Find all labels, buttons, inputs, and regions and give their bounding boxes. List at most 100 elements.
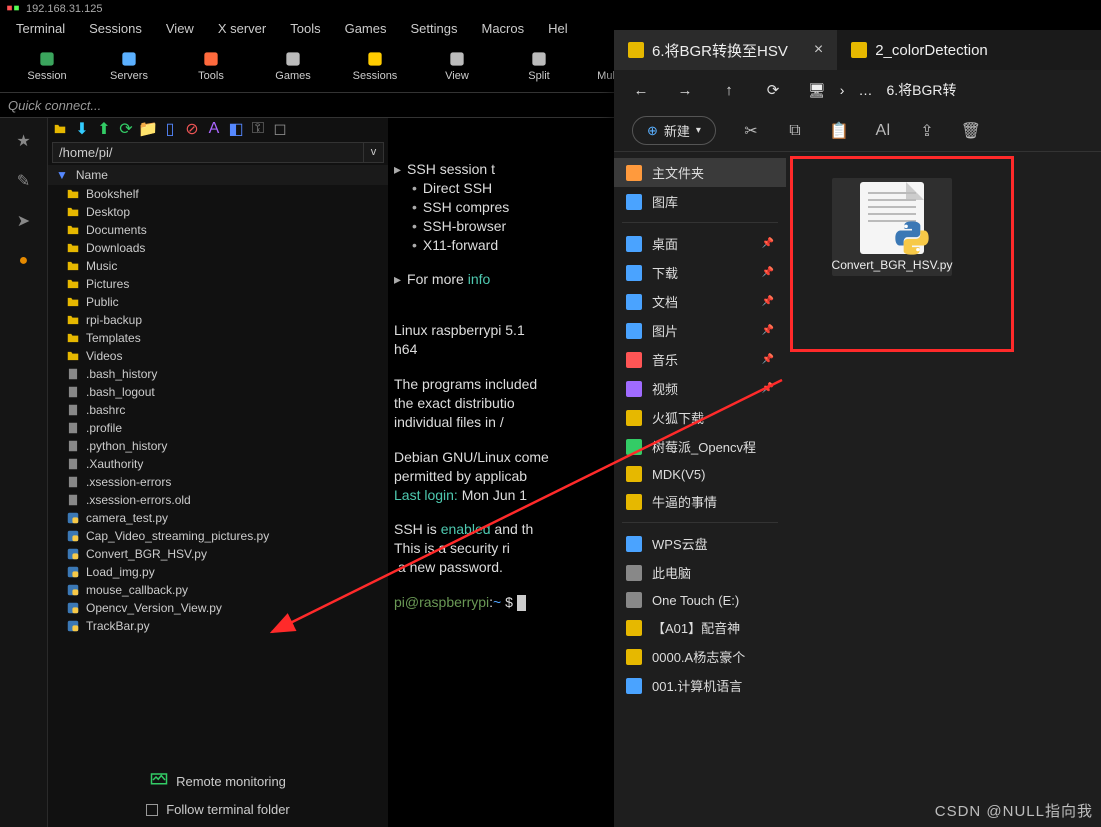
session-icon[interactable]: Session [22, 42, 72, 88]
refresh-icon[interactable]: ⟳ [118, 121, 134, 137]
file-row[interactable]: Videos [48, 347, 388, 365]
explorer-tab[interactable]: 6.将BGR转换至HSV× [614, 30, 837, 70]
file-row[interactable]: Load_img.py [48, 563, 388, 581]
new-folder-icon[interactable]: 📁 [140, 121, 156, 137]
file-row[interactable]: rpi-backup [48, 311, 388, 329]
file-row[interactable]: .bash_history [48, 365, 388, 383]
sidebar-item[interactable]: 【A01】配音神 [614, 613, 786, 642]
up-button[interactable]: ↑ [720, 82, 738, 99]
pick-icon[interactable]: ✎ [13, 170, 35, 192]
split-icon[interactable]: Split [514, 42, 564, 88]
share-icon[interactable]: ⇪ [918, 122, 936, 140]
folder-icon[interactable] [52, 121, 68, 137]
path-input[interactable] [52, 142, 364, 163]
file-row[interactable]: .xsession-errors [48, 473, 388, 491]
rename-icon[interactable]: Aǀ [874, 122, 892, 140]
menu-hel[interactable]: Hel [548, 21, 568, 35]
games-icon[interactable]: Games [268, 42, 318, 88]
tools-icon[interactable]: Tools [186, 42, 236, 88]
file-row[interactable]: camera_test.py [48, 509, 388, 527]
menu-terminal[interactable]: Terminal [16, 21, 65, 35]
file-row[interactable]: Music [48, 257, 388, 275]
sidebar-item[interactable]: 001.计算机语言 [614, 671, 786, 700]
file-row[interactable]: Convert_BGR_HSV.py [48, 545, 388, 563]
new-button[interactable]: ⊕ 新建 ▾ [632, 116, 716, 145]
pin-icon: 📌 [762, 354, 774, 365]
file-row[interactable]: Downloads [48, 239, 388, 257]
star-icon[interactable]: ★ [13, 130, 35, 152]
servers-icon[interactable]: Servers [104, 42, 154, 88]
menu-view[interactable]: View [166, 21, 194, 35]
menu-games[interactable]: Games [345, 21, 387, 35]
more-icon[interactable]: … [858, 82, 872, 98]
file-row[interactable]: Pictures [48, 275, 388, 293]
hidden-icon[interactable]: ◻ [272, 121, 288, 137]
star-icon[interactable]: Sessions [350, 42, 400, 88]
sidebar-item[interactable]: 音乐📌 [614, 345, 786, 374]
globe-icon[interactable]: ● [13, 250, 35, 272]
sidebar-item[interactable]: 视频📌 [614, 374, 786, 403]
file-row[interactable]: TrackBar.py [48, 617, 388, 635]
menu-tools[interactable]: Tools [290, 21, 320, 35]
font-icon[interactable]: A [206, 121, 222, 137]
file-row[interactable]: Opencv_Version_View.py [48, 599, 388, 617]
close-icon[interactable]: × [814, 41, 823, 59]
menu-macros[interactable]: Macros [481, 21, 524, 35]
view-icon[interactable]: View [432, 42, 482, 88]
path-dropdown[interactable]: v [364, 142, 384, 163]
sidebar-item[interactable]: 牛逼的事情 [614, 487, 786, 516]
folder-icon [66, 349, 80, 363]
file-row[interactable]: Bookshelf [48, 185, 388, 203]
file-row[interactable]: Templates [48, 329, 388, 347]
sidebar-item[interactable]: 图片📌 [614, 316, 786, 345]
cut-icon[interactable]: ✂ [742, 122, 760, 140]
sidebar-item[interactable]: 主文件夹 [614, 158, 786, 187]
send-icon[interactable]: ➤ [13, 210, 35, 232]
upload-icon[interactable]: ⬆ [96, 121, 112, 137]
menu-x server[interactable]: X server [218, 21, 266, 35]
cursor-icon [517, 595, 526, 611]
sidebar-item[interactable]: 桌面📌 [614, 229, 786, 258]
file-row[interactable]: .python_history [48, 437, 388, 455]
file-row[interactable]: Cap_Video_streaming_pictures.py [48, 527, 388, 545]
file-header[interactable]: ▼ Name [48, 165, 388, 185]
delete-icon[interactable]: ⊘ [184, 121, 200, 137]
sidebar-item[interactable]: MDK(V5) [614, 461, 786, 487]
sidebar-item[interactable]: 文档📌 [614, 287, 786, 316]
file-row[interactable]: .Xauthority [48, 455, 388, 473]
file-row[interactable]: Desktop [48, 203, 388, 221]
sidebar-item[interactable]: WPS云盘 [614, 529, 786, 558]
file-item[interactable]: Convert_BGR_HSV.py [832, 178, 952, 276]
sidebar-item[interactable]: 火狐下载 [614, 403, 786, 432]
breadcrumb-current[interactable]: 6.将BGR转 [886, 80, 956, 100]
file-row[interactable]: .bashrc [48, 401, 388, 419]
sidebar-item[interactable]: 0000.A杨志豪个 [614, 642, 786, 671]
menu-sessions[interactable]: Sessions [89, 21, 142, 35]
sidebar-item[interactable]: 此电脑 [614, 558, 786, 587]
menu-settings[interactable]: Settings [411, 21, 458, 35]
download-icon[interactable]: ⬇ [74, 121, 90, 137]
file-row[interactable]: Documents [48, 221, 388, 239]
forward-button[interactable]: → [676, 82, 694, 99]
sidebar-icon[interactable]: ◧ [228, 121, 244, 137]
new-file-icon[interactable]: ▯ [162, 121, 178, 137]
folder-icon [66, 313, 80, 327]
file-row[interactable]: .profile [48, 419, 388, 437]
file-row[interactable]: mouse_callback.py [48, 581, 388, 599]
copy-icon[interactable]: ⧉ [786, 122, 804, 140]
key-icon[interactable]: ⚿ [250, 121, 266, 137]
file-row[interactable]: .xsession-errors.old [48, 491, 388, 509]
file-row[interactable]: Public [48, 293, 388, 311]
remote-monitoring-button[interactable]: Remote monitoring [150, 771, 286, 792]
paste-icon[interactable]: 📋 [830, 122, 848, 140]
explorer-tab[interactable]: 2_colorDetection [837, 30, 1002, 70]
sidebar-item[interactable]: 树莓派_Opencv程 [614, 432, 786, 461]
refresh-button[interactable]: ⟳ [764, 81, 782, 99]
trash-icon[interactable]: 🗑 [962, 122, 980, 140]
file-row[interactable]: .bash_logout [48, 383, 388, 401]
follow-terminal-checkbox[interactable]: Follow terminal folder [146, 802, 290, 817]
sidebar-item[interactable]: 图库 [614, 187, 786, 216]
back-button[interactable]: ← [632, 82, 650, 99]
sidebar-item[interactable]: 下载📌 [614, 258, 786, 287]
sidebar-item[interactable]: One Touch (E:) [614, 587, 786, 613]
